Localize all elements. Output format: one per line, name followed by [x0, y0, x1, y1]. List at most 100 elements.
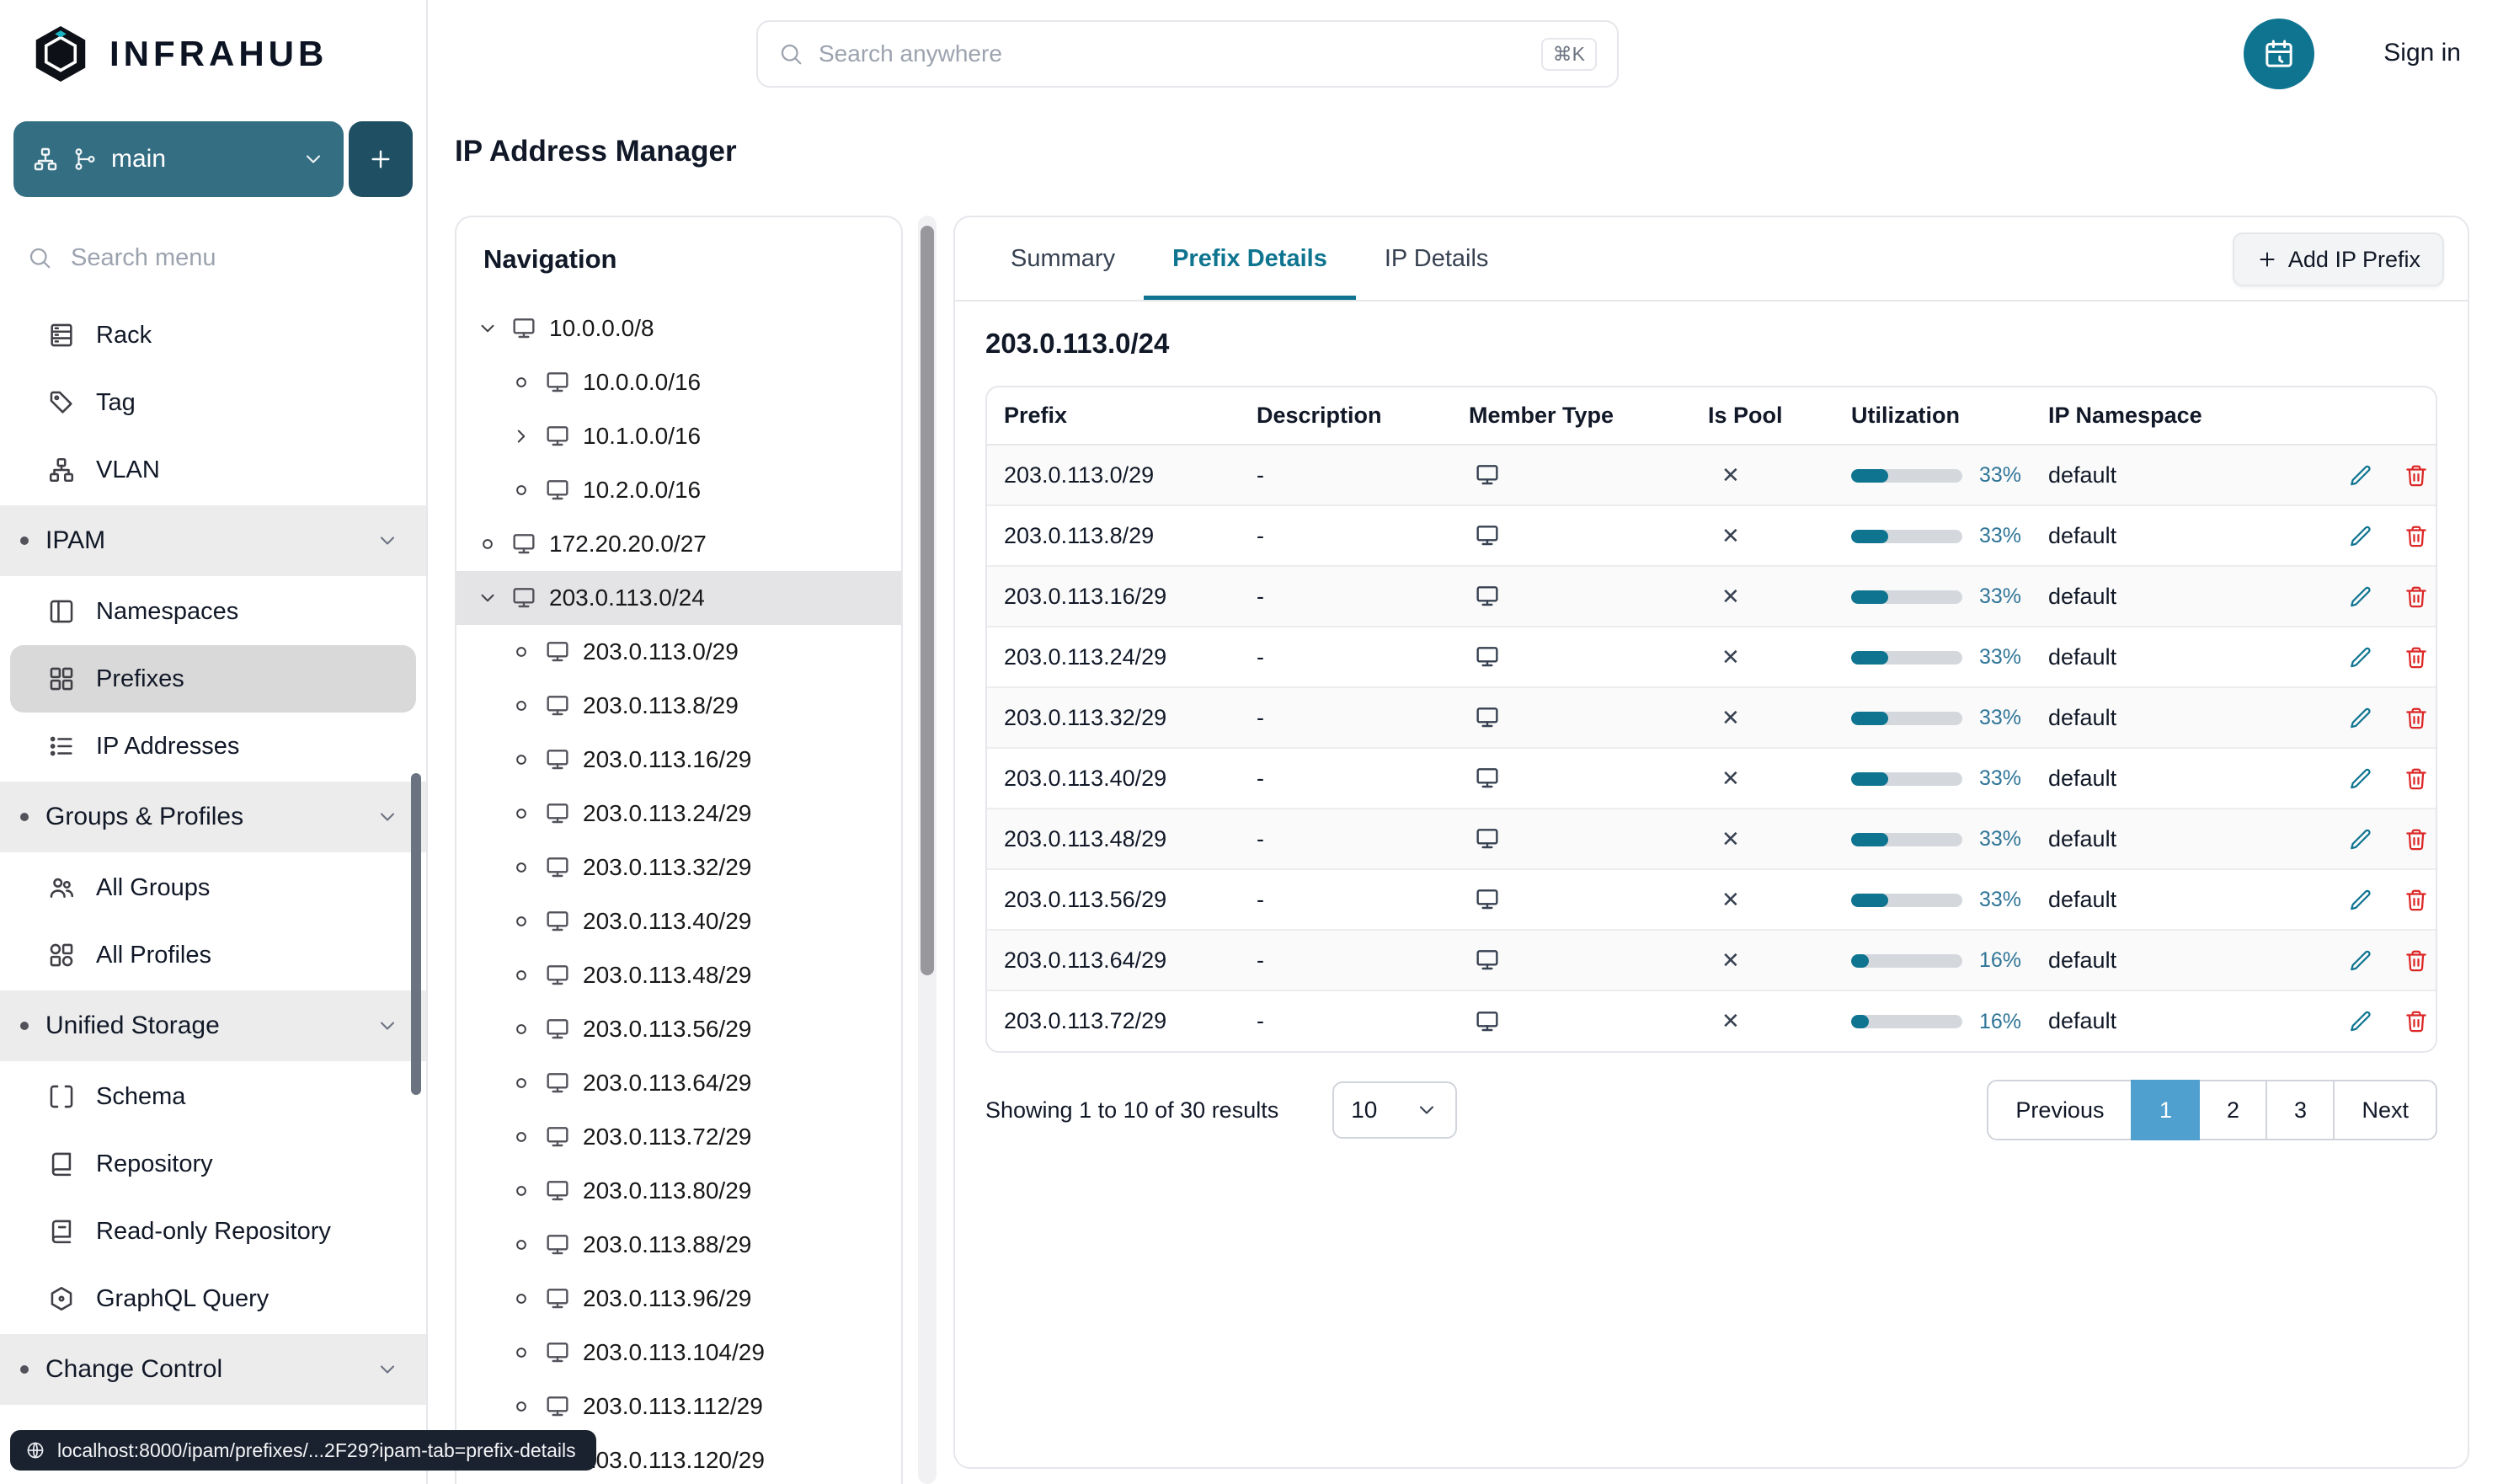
sidebar-section-groups-profiles[interactable]: Groups & Profiles [0, 782, 426, 852]
tree-item-10-0-0-0-8[interactable]: 10.0.0.0/8 [456, 302, 901, 355]
sidebar-item-ip-addresses[interactable]: IP Addresses [10, 713, 416, 780]
tree-item-203-0-113-104-29[interactable]: 203.0.113.104/29 [456, 1326, 901, 1380]
sidebar-item-tag[interactable]: Tag [10, 369, 416, 436]
edit-icon[interactable] [2348, 706, 2373, 731]
schedule-button[interactable] [2244, 19, 2314, 89]
delete-icon[interactable] [2404, 645, 2429, 670]
sign-in-link[interactable]: Sign in [2383, 39, 2461, 67]
sidebar-item-namespaces[interactable]: Namespaces [10, 578, 416, 645]
sidebar-search-input[interactable] [71, 243, 399, 272]
delete-icon[interactable] [2404, 948, 2429, 974]
sidebar-section-unified-storage[interactable]: Unified Storage [0, 990, 426, 1061]
next-page-button[interactable]: Next [2333, 1080, 2437, 1140]
add-ip-prefix-button[interactable]: Add IP Prefix [2232, 232, 2444, 286]
tree-item-203-0-113-96-29[interactable]: 203.0.113.96/29 [456, 1272, 901, 1326]
sidebar-scrollbar-thumb[interactable] [411, 773, 421, 1095]
cell-utilization: 16% [1834, 990, 2031, 1051]
tree-item-203-0-113-16-29[interactable]: 203.0.113.16/29 [456, 733, 901, 787]
delete-icon[interactable] [2404, 1009, 2429, 1034]
tree-scrollbar[interactable] [918, 216, 937, 1484]
search-shortcut-badge: ⌘K [1540, 37, 1597, 71]
edit-icon[interactable] [2348, 766, 2373, 792]
tree-item-10-2-0-0-16[interactable]: 10.2.0.0/16 [456, 463, 901, 517]
tree-item-203-0-113-80-29[interactable]: 203.0.113.80/29 [456, 1164, 901, 1218]
tree-item-203-0-113-88-29[interactable]: 203.0.113.88/29 [456, 1218, 901, 1272]
global-search-input[interactable] [819, 40, 1526, 67]
table-row[interactable]: 203.0.113.64/29- ✕ 16% default [987, 930, 2436, 991]
circle-marker-icon [510, 641, 532, 663]
table-row[interactable]: 203.0.113.32/29- ✕ 33% default [987, 687, 2436, 749]
table-row[interactable]: 203.0.113.72/29 - ✕ 16% default [987, 990, 2436, 1051]
subnet-icon [544, 1339, 571, 1366]
tree-item-203-0-113-56-29[interactable]: 203.0.113.56/29 [456, 1002, 901, 1056]
tree-item-203-0-113-64-29[interactable]: 203.0.113.64/29 [456, 1056, 901, 1110]
delete-icon[interactable] [2404, 585, 2429, 610]
cell-description: - [1240, 627, 1452, 688]
table-row[interactable]: 203.0.113.24/29- ✕ 33% default [987, 627, 2436, 688]
tree-item-203-0-113-72-29[interactable]: 203.0.113.72/29 [456, 1110, 901, 1164]
page-button-3[interactable]: 3 [2266, 1080, 2335, 1140]
delete-icon[interactable] [2404, 888, 2429, 913]
delete-icon[interactable] [2404, 766, 2429, 792]
sidebar-item-repository[interactable]: Repository [10, 1130, 416, 1198]
tree-item-10-1-0-0-16[interactable]: 10.1.0.0/16 [456, 409, 901, 463]
table-row[interactable]: 203.0.113.48/29- ✕ 33% default [987, 809, 2436, 870]
sidebar-item-all-groups[interactable]: All Groups [10, 854, 416, 921]
delete-icon[interactable] [2404, 706, 2429, 731]
delete-icon[interactable] [2404, 827, 2429, 852]
page-button-1[interactable]: 1 [2131, 1080, 2201, 1140]
table-row[interactable]: 203.0.113.0/29- ✕ 33% default [987, 445, 2436, 506]
previous-page-button[interactable]: Previous [1987, 1080, 2133, 1140]
sidebar-section-change-control[interactable]: Change Control [0, 1334, 426, 1405]
logo[interactable]: INFRAHUB [0, 0, 426, 108]
sidebar-item-read-only-repository[interactable]: Read-only Repository [10, 1198, 416, 1265]
page-size-select[interactable]: 10 [1332, 1081, 1458, 1139]
subnet-icon [510, 585, 537, 611]
tree-item-203-0-113-40-29[interactable]: 203.0.113.40/29 [456, 894, 901, 948]
sidebar-item-rack[interactable]: Rack [10, 302, 416, 369]
branch-dropdown[interactable]: main [13, 121, 344, 197]
edit-icon[interactable] [2348, 645, 2373, 670]
sidebar-item-graphql-query[interactable]: GraphQL Query [10, 1265, 416, 1332]
tab-summary[interactable]: Summary [982, 217, 1144, 300]
sidebar-item-prefixes[interactable]: Prefixes [10, 645, 416, 713]
sidebar-item-vlan[interactable]: VLAN [10, 436, 416, 504]
table-row[interactable]: 203.0.113.8/29- ✕ 33% default [987, 505, 2436, 567]
table-row[interactable]: 203.0.113.40/29- ✕ 33% default [987, 748, 2436, 809]
edit-icon[interactable] [2348, 827, 2373, 852]
edit-icon[interactable] [2348, 1009, 2373, 1034]
sidebar-item-schema[interactable]: Schema [10, 1063, 416, 1130]
tree-item-203-0-113-0-24[interactable]: 203.0.113.0/24 [456, 571, 901, 625]
tree-item-203-0-113-8-29[interactable]: 203.0.113.8/29 [456, 679, 901, 733]
tree-item-203-0-113-48-29[interactable]: 203.0.113.48/29 [456, 948, 901, 1002]
delete-icon[interactable] [2404, 524, 2429, 549]
table-row[interactable]: 203.0.113.56/29- ✕ 33% default [987, 869, 2436, 931]
table-row[interactable]: 203.0.113.16/29- ✕ 33% default [987, 566, 2436, 627]
sidebar-search[interactable] [0, 224, 426, 291]
page-button-2[interactable]: 2 [2198, 1080, 2268, 1140]
edit-icon[interactable] [2348, 585, 2373, 610]
subnet-icon [1474, 825, 1501, 852]
section-bullet [20, 813, 29, 821]
edit-icon[interactable] [2348, 888, 2373, 913]
tree-item-203-0-113-0-29[interactable]: 203.0.113.0/29 [456, 625, 901, 679]
cell-is-pool: ✕ [1691, 505, 1834, 567]
edit-icon[interactable] [2348, 463, 2373, 488]
tab-prefix-details[interactable]: Prefix Details [1144, 217, 1356, 300]
subnet-icon [1474, 1008, 1501, 1035]
tree-item-203-0-113-112-29[interactable]: 203.0.113.112/29 [456, 1380, 901, 1433]
sidebar-item-all-profiles[interactable]: All Profiles [10, 921, 416, 989]
sidebar-section-ipam[interactable]: IPAM [0, 505, 426, 576]
tab-ip-details[interactable]: IP Details [1356, 217, 1518, 300]
edit-icon[interactable] [2348, 948, 2373, 974]
tree-item-10-0-0-0-16[interactable]: 10.0.0.0/16 [456, 355, 901, 409]
edit-icon[interactable] [2348, 524, 2373, 549]
cell-prefix: 203.0.113.0/29 [987, 445, 1240, 506]
tree-item-172-20-20-0-27[interactable]: 172.20.20.0/27 [456, 517, 901, 571]
tree-item-203-0-113-32-29[interactable]: 203.0.113.32/29 [456, 841, 901, 894]
tree-item-203-0-113-24-29[interactable]: 203.0.113.24/29 [456, 787, 901, 841]
tree-scrollbar-thumb[interactable] [921, 226, 934, 975]
global-search[interactable]: ⌘K [756, 20, 1619, 88]
add-branch-button[interactable] [349, 121, 413, 197]
delete-icon[interactable] [2404, 463, 2429, 488]
